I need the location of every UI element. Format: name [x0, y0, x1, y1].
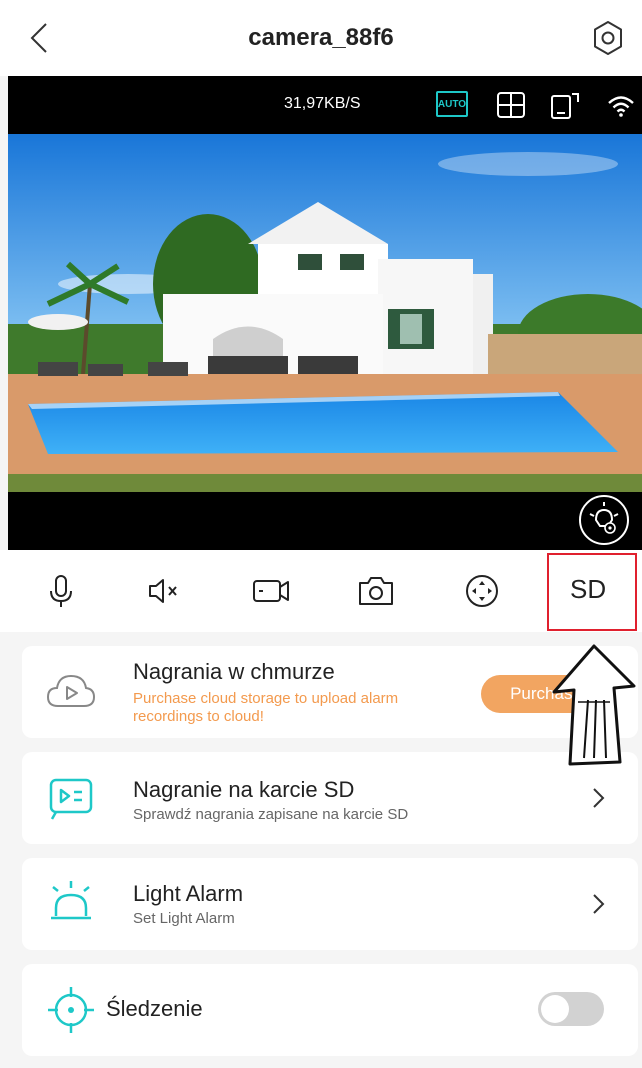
video-bottom-bar [8, 492, 642, 550]
camera-toolbar: SD [0, 550, 642, 632]
crosshair-icon [48, 987, 94, 1033]
tracking-toggle[interactable] [538, 992, 604, 1026]
ptz-control-icon[interactable] [459, 568, 505, 614]
cloud-play-icon [46, 674, 96, 707]
snapshot-camera-icon[interactable] [353, 568, 399, 614]
settings-icon[interactable] [588, 18, 628, 58]
light-alarm-card[interactable]: Light Alarm Set Light Alarm [22, 858, 638, 950]
sd-card-button[interactable]: SD [570, 574, 606, 605]
live-video-panel: 31,97KB/S AUTO [8, 76, 642, 550]
sd-subtitle: Sprawdź nagrania zapisane na karcie SD [133, 806, 409, 823]
light-alarm-title: Light Alarm [133, 881, 244, 906]
sd-playback-icon [49, 778, 93, 820]
cloud-subtitle: Purchase cloud storage to upload alarm r… [133, 690, 399, 725]
annotation-arrow [552, 644, 636, 766]
chevron-right-icon [593, 788, 605, 808]
rotate-screen-icon[interactable] [548, 88, 582, 122]
microphone-icon[interactable] [38, 568, 84, 614]
wifi-icon [608, 96, 634, 117]
toggle-knob [541, 995, 569, 1023]
light-alarm-subtitle: Set Light Alarm [133, 910, 235, 927]
tracking-title: Śledzenie [106, 996, 203, 1021]
record-video-icon[interactable] [248, 568, 294, 614]
cloud-recordings-card[interactable]: Nagrania w chmurze Purchase cloud storag… [22, 646, 638, 738]
chevron-right-icon [593, 894, 605, 914]
tracking-card: Śledzenie [22, 964, 638, 1056]
page-title: camera_88f6 [248, 24, 394, 51]
sd-title: Nagranie na karcie SD [133, 777, 355, 802]
alarm-light-icon [51, 881, 91, 920]
app-header: camera_88f6 [0, 0, 642, 76]
split-screen-icon[interactable] [494, 88, 528, 122]
sd-recordings-card[interactable]: Nagranie na karcie SD Sprawdź nagrania z… [22, 752, 638, 844]
auto-quality-button[interactable]: AUTO [436, 91, 468, 117]
mute-speaker-icon[interactable] [140, 568, 186, 614]
light-settings-icon[interactable] [578, 494, 630, 546]
cloud-title: Nagrania w chmurze [133, 659, 335, 684]
bitrate-readout: 31,97KB/S [284, 95, 361, 112]
camera-feed-image [8, 134, 642, 492]
